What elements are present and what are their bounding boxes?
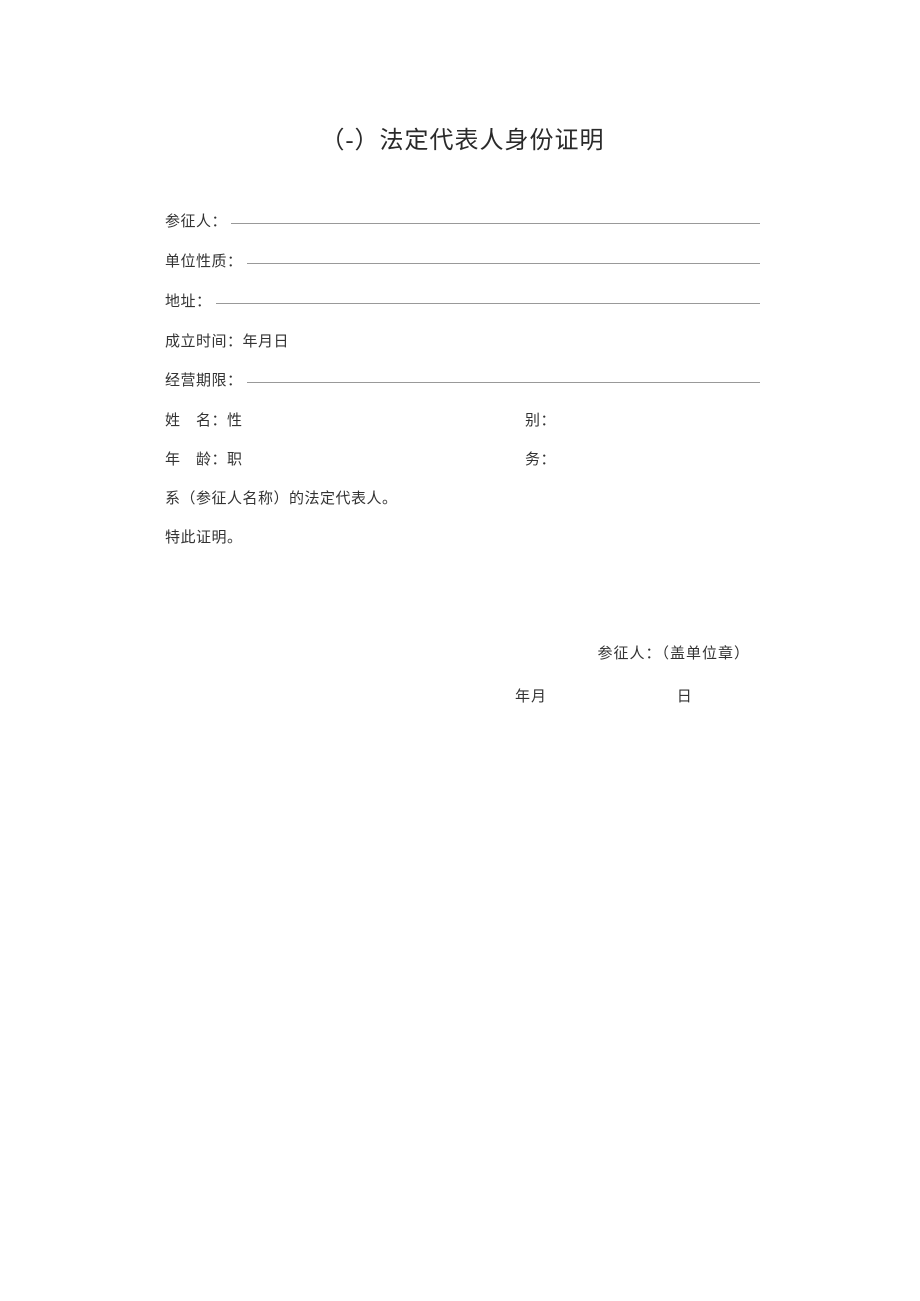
age-position-row: 年 龄：职 务： <box>165 448 760 469</box>
position-field: 务： <box>525 448 556 469</box>
signature-block: 参征人：（盖单位章） 年月 日 <box>165 642 760 706</box>
address-field: 地址： <box>165 290 760 312</box>
certification-line: 特此证明。 <box>165 526 760 547</box>
signature-participant-line: 参征人：（盖单位章） <box>165 642 760 663</box>
document-title: （-）法定代表人身份证明 <box>165 120 760 155</box>
age-label: 年 龄： <box>165 452 227 468</box>
age-value: 职 <box>227 452 243 468</box>
age-field: 年 龄：职 <box>165 448 525 469</box>
unit-nature-underline <box>247 263 760 264</box>
signature-date-ym: 年月 <box>515 685 547 706</box>
gender-label: 别： <box>525 413 556 429</box>
establish-date-value: 年月日 <box>243 334 290 350</box>
gender-field: 别： <box>525 409 556 430</box>
signature-seal-text: （盖单位章） <box>661 646 750 662</box>
establish-date-field: 成立时间：年月日 <box>165 330 760 351</box>
unit-nature-field: 单位性质： <box>165 250 760 272</box>
statement-line: 系（参征人名称）的法定代表人。 <box>165 487 760 508</box>
business-period-label: 经营期限： <box>165 369 243 390</box>
name-value: 性 <box>227 413 243 429</box>
name-gender-row: 姓 名：性 别： <box>165 409 760 430</box>
business-period-field: 经营期限： <box>165 369 760 391</box>
position-label: 务： <box>525 452 556 468</box>
address-label: 地址： <box>165 290 212 311</box>
name-label: 姓 名： <box>165 413 227 429</box>
business-period-underline <box>247 382 760 383</box>
address-underline <box>216 303 760 304</box>
signature-participant-label: 参征人： <box>597 646 661 662</box>
participant-field: 参征人： <box>165 210 760 232</box>
signature-date-d: 日 <box>677 685 693 706</box>
participant-underline <box>231 223 760 224</box>
establish-date-label: 成立时间： <box>165 334 243 350</box>
document-page: （-）法定代表人身份证明 参征人： 单位性质： 地址： 成立时间：年月日 经营期… <box>0 0 920 706</box>
name-field: 姓 名：性 <box>165 409 525 430</box>
unit-nature-label: 单位性质： <box>165 250 243 271</box>
participant-label: 参征人： <box>165 210 227 231</box>
signature-date-line: 年月 日 <box>165 685 760 706</box>
